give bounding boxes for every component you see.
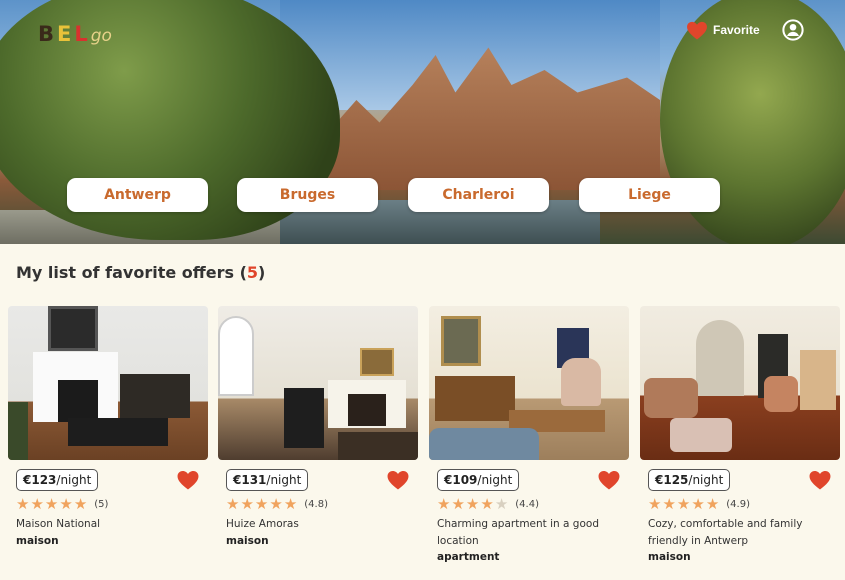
star-icon: ★	[30, 495, 44, 513]
star-icon: ★	[451, 495, 465, 513]
offer-type: apartment	[437, 551, 500, 563]
city-button-liege[interactable]: Liege	[579, 178, 720, 212]
star-icon: ★	[16, 495, 30, 513]
heart-icon[interactable]	[597, 470, 621, 490]
star-icon: ★	[465, 495, 480, 513]
heart-icon[interactable]	[808, 470, 832, 490]
price-unit: /night	[56, 473, 92, 487]
offer-photo[interactable]	[8, 306, 208, 460]
star-icon: ★	[283, 495, 298, 513]
star-icon: ★	[480, 495, 494, 513]
offer-title[interactable]: Maison National	[16, 516, 206, 533]
star-rating: ★ ★ ★ ★ ★ (5)	[16, 496, 108, 512]
price-value: €131	[233, 473, 267, 487]
star-icon: ★	[648, 495, 662, 513]
city-button-antwerp[interactable]: Antwerp	[67, 178, 208, 212]
favorites-heading-text: My list of favorite offers	[16, 263, 234, 282]
star-icon: ★	[59, 495, 73, 513]
city-button-charleroi[interactable]: Charleroi	[408, 178, 549, 212]
price-unit: /night	[688, 473, 724, 487]
favorite-label: Favorite	[713, 23, 760, 37]
heart-icon	[687, 21, 707, 40]
star-icon: ★	[437, 495, 451, 513]
offer-title[interactable]: Cozy, comfortable and family friendly in…	[648, 516, 838, 550]
offer-card[interactable]: €125/night ★ ★ ★ ★ ★ (4.9) Cozy, comfortable…	[640, 306, 840, 563]
logo-letter-e: E	[57, 22, 75, 46]
favorites-heading: My list of favorite offers (5)	[16, 263, 266, 282]
logo-letter-l: L	[74, 22, 91, 46]
user-circle-icon[interactable]	[782, 19, 804, 41]
offer-card[interactable]: €123/night ★ ★ ★ ★ ★ (5) Maison National mai…	[8, 306, 208, 547]
offer-photo[interactable]	[218, 306, 418, 460]
price-unit: /night	[266, 473, 302, 487]
price-value: €109	[444, 473, 478, 487]
star-rating: ★ ★ ★ ★ ★ (4.8)	[226, 496, 328, 512]
star-icon: ★	[226, 495, 240, 513]
favorites-count: 5	[246, 263, 259, 282]
star-icon: ★	[691, 495, 705, 513]
rating-value: (4.9)	[726, 498, 750, 510]
star-icon: ★	[269, 495, 283, 513]
offer-photo[interactable]	[429, 306, 629, 460]
rating-value: (4.4)	[515, 498, 539, 510]
rating-value: (4.8)	[304, 498, 328, 510]
hero-banner: BELgo Favorite Antwerp Bruges Charleroi …	[0, 0, 845, 244]
star-icon: ★	[73, 495, 88, 513]
star-rating: ★ ★ ★ ★ ★ (4.9)	[648, 496, 750, 512]
heart-icon[interactable]	[386, 470, 410, 490]
belgo-logo[interactable]: BELgo	[38, 22, 112, 46]
offer-type: maison	[648, 551, 691, 563]
offer-type: maison	[16, 535, 59, 547]
star-icon: ★	[705, 495, 720, 513]
logo-go: go	[90, 26, 112, 46]
price-value: €125	[655, 473, 689, 487]
star-half-icon: ★	[494, 495, 509, 513]
price-tag: €109/night	[437, 469, 520, 491]
city-button-bruges[interactable]: Bruges	[237, 178, 378, 212]
rating-value: (5)	[94, 498, 109, 510]
star-icon: ★	[44, 495, 59, 513]
offer-type: maison	[226, 535, 269, 547]
offer-card[interactable]: €109/night ★ ★ ★ ★ ★ (4.4) Charming apartmen…	[429, 306, 629, 563]
star-icon: ★	[662, 495, 676, 513]
offer-photo[interactable]	[640, 306, 840, 460]
price-unit: /night	[477, 473, 513, 487]
star-icon: ★	[240, 495, 254, 513]
price-tag: €131/night	[226, 469, 309, 491]
star-icon: ★	[676, 495, 691, 513]
logo-letter-b: B	[38, 22, 58, 46]
star-rating: ★ ★ ★ ★ ★ (4.4)	[437, 496, 539, 512]
offer-title[interactable]: Charming apartment in a good location	[437, 516, 627, 550]
offer-card[interactable]: €131/night ★ ★ ★ ★ ★ (4.8) Huize Amoras mais…	[218, 306, 418, 547]
star-icon: ★	[254, 495, 269, 513]
heart-icon[interactable]	[176, 470, 200, 490]
favorite-link[interactable]: Favorite	[686, 18, 760, 42]
price-tag: €123/night	[16, 469, 99, 491]
offer-title[interactable]: Huize Amoras	[226, 516, 416, 533]
price-value: €123	[23, 473, 57, 487]
price-tag: €125/night	[648, 469, 731, 491]
